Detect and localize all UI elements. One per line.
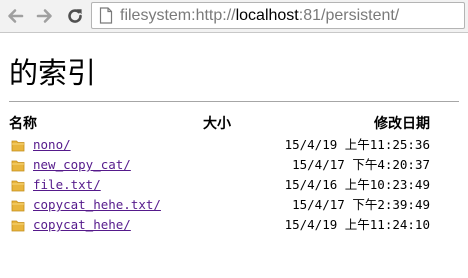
url-host: localhost bbox=[235, 7, 299, 24]
url-path: :81/persistent/ bbox=[298, 7, 400, 24]
list-item: file.txt/ 15/4/16 上午10:23:49 bbox=[0, 175, 468, 195]
entry-link[interactable]: new_copy_cat/ bbox=[33, 156, 131, 174]
reload-icon bbox=[68, 9, 82, 23]
reload-button[interactable] bbox=[63, 4, 87, 28]
entry-link[interactable]: copycat_hehe.txt/ bbox=[33, 196, 161, 214]
list-item: copycat_hehe/ 15/4/19 上午11:24:10 bbox=[0, 215, 468, 235]
page-icon bbox=[99, 7, 113, 24]
folder-icon bbox=[11, 180, 25, 192]
url-scheme: filesystem:http:// bbox=[120, 7, 236, 24]
page-title: 的索引 bbox=[9, 56, 97, 90]
list-item: new_copy_cat/ 15/4/17 下午4:20:37 bbox=[0, 155, 468, 175]
column-header-name[interactable]: 名称 bbox=[9, 115, 37, 133]
folder-icon bbox=[11, 140, 25, 152]
column-header-modified[interactable]: 修改日期 bbox=[374, 115, 430, 133]
list-item: copycat_hehe.txt/ 15/4/17 下午2:39:49 bbox=[0, 195, 468, 215]
file-list: nono/ 15/4/19 上午11:25:36 new_copy_cat/ 1… bbox=[0, 135, 468, 235]
entry-modified: 15/4/19 上午11:24:10 bbox=[284, 217, 430, 232]
address-text: filesystem:http://localhost:81/persisten… bbox=[120, 7, 399, 25]
list-item: nono/ 15/4/19 上午11:25:36 bbox=[0, 135, 468, 155]
divider bbox=[9, 101, 459, 102]
folder-icon bbox=[11, 220, 25, 232]
browser-toolbar: filesystem:http://localhost:81/persisten… bbox=[0, 0, 468, 33]
forward-arrow-icon bbox=[36, 9, 52, 23]
entry-link[interactable]: copycat_hehe/ bbox=[33, 216, 131, 234]
forward-button[interactable] bbox=[33, 4, 57, 28]
entry-link[interactable]: file.txt/ bbox=[33, 176, 101, 194]
entry-link[interactable]: nono/ bbox=[33, 136, 71, 154]
back-button[interactable] bbox=[3, 4, 27, 28]
column-header-size[interactable]: 大小 bbox=[203, 115, 231, 133]
folder-icon bbox=[11, 200, 25, 212]
entry-modified: 15/4/16 上午10:23:49 bbox=[284, 177, 430, 192]
folder-icon bbox=[11, 160, 25, 172]
entry-modified: 15/4/17 下午4:20:37 bbox=[292, 157, 430, 172]
address-bar[interactable]: filesystem:http://localhost:81/persisten… bbox=[91, 2, 465, 29]
entry-modified: 15/4/19 上午11:25:36 bbox=[284, 137, 430, 152]
entry-modified: 15/4/17 下午2:39:49 bbox=[292, 197, 430, 212]
back-arrow-icon bbox=[8, 9, 24, 23]
